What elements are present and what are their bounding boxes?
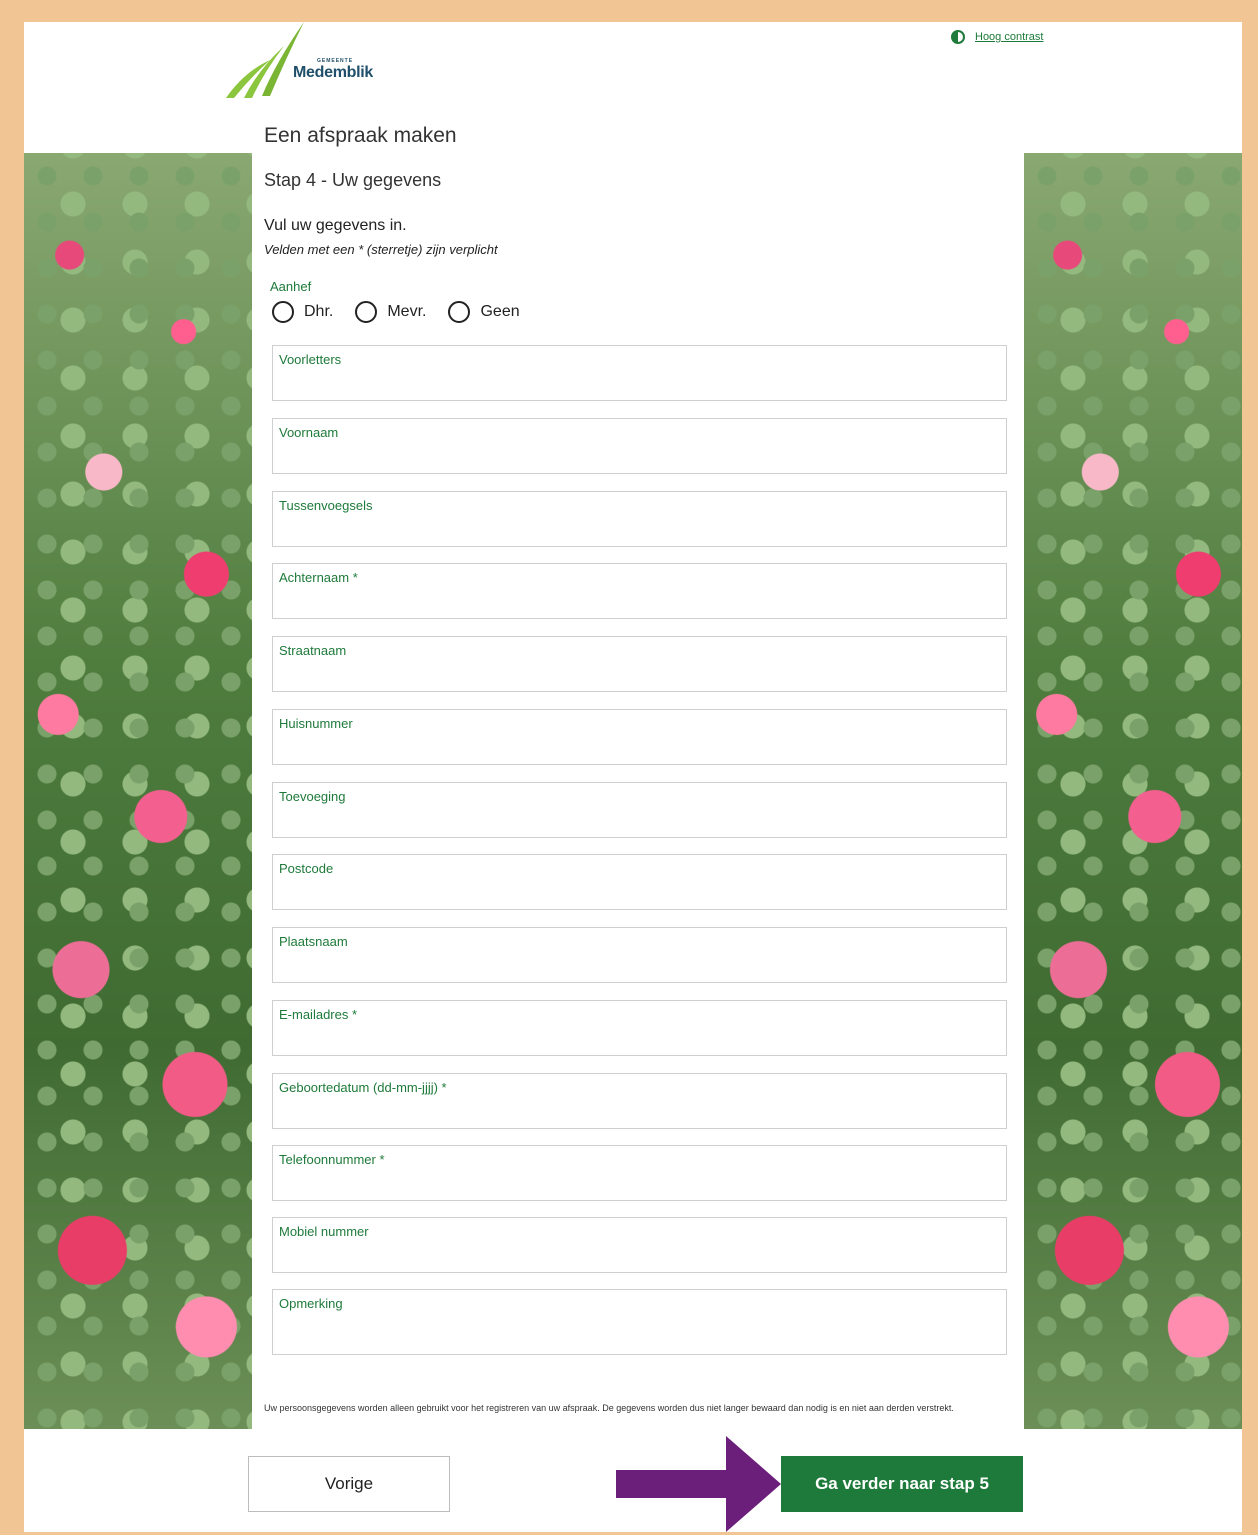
field-label: Plaatsnaam: [279, 934, 348, 949]
field-label: Achternaam *: [279, 570, 358, 585]
salutation-label: Aanhef: [270, 279, 312, 294]
required-note: Velden met een * (sterretje) zijn verpli…: [264, 242, 498, 257]
form-container: Een afspraak maken Stap 4 - Uw gegevens …: [252, 117, 1024, 1429]
background-image-left: [24, 153, 252, 1429]
field-label: Tussenvoegsels: [279, 498, 373, 513]
next-step-button[interactable]: Ga verder naar stap 5: [781, 1456, 1023, 1512]
voornaam-field[interactable]: Voornaam: [272, 418, 1007, 474]
postcode-field[interactable]: Postcode: [272, 854, 1007, 910]
field-label: Telefoonnummer *: [279, 1152, 385, 1167]
field-label: Toevoeging: [279, 789, 346, 804]
annotation-arrow-icon: [616, 1436, 781, 1532]
step-title: Stap 4 - Uw gegevens: [264, 170, 442, 190]
radio-dhr[interactable]: Dhr.: [272, 301, 333, 323]
toevoeging-field[interactable]: Toevoeging: [272, 782, 1007, 838]
contrast-icon: [951, 30, 965, 44]
footer-navigation: Vorige Ga verder naar stap 5: [24, 1429, 1242, 1532]
straatnaam-input[interactable]: [279, 663, 1000, 687]
phone-input[interactable]: [279, 1172, 1000, 1196]
radio-circle[interactable]: [272, 301, 294, 323]
email-field[interactable]: E-mailadres *: [272, 1000, 1007, 1056]
mobile-field[interactable]: Mobiel nummer: [272, 1217, 1007, 1273]
huisnummer-field[interactable]: Huisnummer: [272, 709, 1007, 765]
radio-mevr[interactable]: Mevr.: [355, 301, 426, 323]
high-contrast-toggle[interactable]: Hoog contrast: [951, 30, 1043, 44]
field-label: Huisnummer: [279, 716, 353, 731]
field-label: Opmerking: [279, 1296, 343, 1311]
radio-circle[interactable]: [355, 301, 378, 323]
radio-label: Dhr.: [304, 303, 334, 320]
radio-label: Mevr.: [387, 303, 427, 320]
field-label: Straatnaam: [279, 643, 347, 658]
straatnaam-field[interactable]: Straatnaam: [272, 636, 1007, 692]
page-frame: GEMEENTE Medemblik Hoog contrast Een afs…: [24, 22, 1242, 1532]
birthdate-input[interactable]: [279, 1100, 1000, 1124]
voorletters-input[interactable]: [279, 372, 1000, 396]
salutation-radio-group: Dhr. Mevr. Geen: [272, 301, 542, 323]
logo-name: Medemblik: [293, 64, 373, 81]
radio-label: Geen: [480, 303, 520, 320]
email-input[interactable]: [279, 1027, 1000, 1051]
voornaam-input[interactable]: [279, 445, 1000, 469]
toevoeging-input[interactable]: [279, 809, 1000, 833]
page-title: Een afspraak maken: [264, 124, 457, 147]
mobile-input[interactable]: [279, 1244, 1000, 1268]
field-label: Voornaam: [279, 425, 339, 440]
plaatsnaam-field[interactable]: Plaatsnaam: [272, 927, 1007, 983]
tussenvoegsels-field[interactable]: Tussenvoegsels: [272, 491, 1007, 547]
phone-field[interactable]: Telefoonnummer *: [272, 1145, 1007, 1201]
remark-field[interactable]: Opmerking: [272, 1289, 1007, 1355]
intro-text: Vul uw gegevens in.: [264, 217, 407, 234]
logo[interactable]: GEMEENTE Medemblik: [224, 22, 394, 102]
field-label: Mobiel nummer: [279, 1224, 369, 1239]
postcode-input[interactable]: [279, 881, 1000, 905]
background-image-right: [1024, 153, 1242, 1429]
field-label: E-mailadres *: [279, 1007, 358, 1022]
remark-input[interactable]: [279, 1326, 1000, 1350]
voorletters-field[interactable]: Voorletters: [272, 345, 1007, 401]
logo-leaves-icon: [226, 22, 304, 98]
radio-geen[interactable]: Geen: [448, 301, 520, 323]
achternaam-field[interactable]: Achternaam *: [272, 563, 1007, 619]
field-label: Geboortedatum (dd-mm-jjjj) *: [279, 1080, 447, 1095]
previous-button[interactable]: Vorige: [248, 1456, 450, 1512]
privacy-notice: Uw persoonsgegevens worden alleen gebrui…: [264, 1403, 954, 1413]
achternaam-input[interactable]: [279, 590, 1000, 614]
birthdate-field[interactable]: Geboortedatum (dd-mm-jjjj) *: [272, 1073, 1007, 1129]
tussenvoegsels-input[interactable]: [279, 518, 1000, 542]
high-contrast-link[interactable]: Hoog contrast: [975, 31, 1043, 43]
field-label: Voorletters: [279, 352, 342, 367]
radio-circle[interactable]: [448, 301, 471, 323]
huisnummer-input[interactable]: [279, 736, 1000, 760]
field-label: Postcode: [279, 861, 334, 876]
plaatsnaam-input[interactable]: [279, 954, 1000, 978]
